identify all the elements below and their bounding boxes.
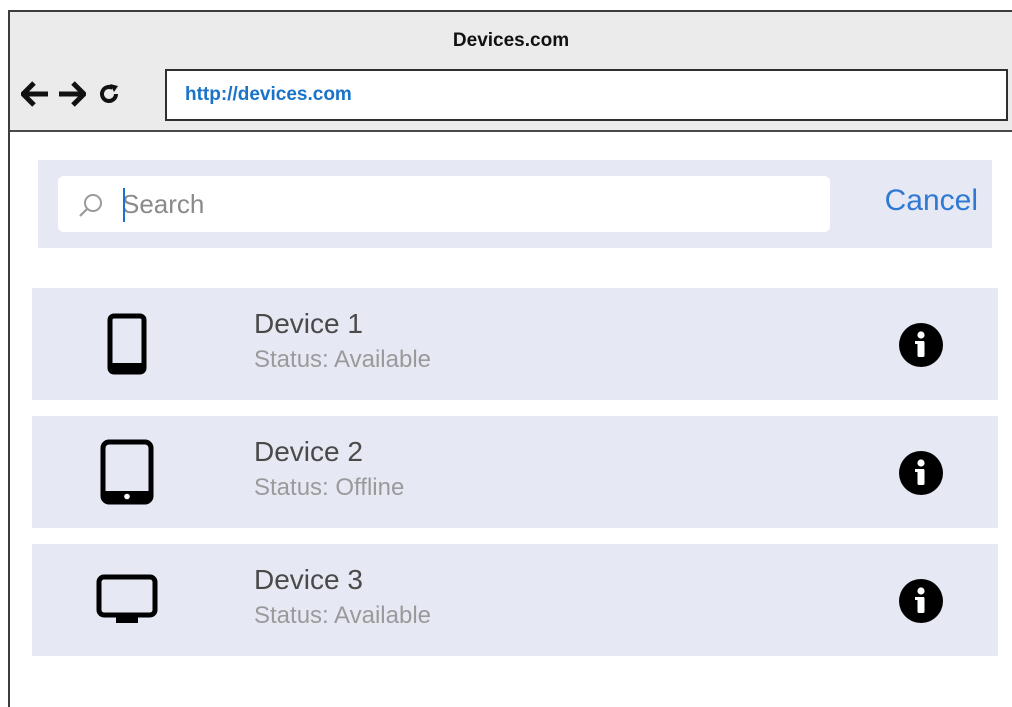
device-row-2[interactable]: Device 2 Status: Offline <box>32 416 998 528</box>
arrow-right-icon <box>59 81 86 107</box>
url-text: http://devices.com <box>185 84 352 105</box>
device-icon-container <box>92 308 162 380</box>
address-bar[interactable]: http://devices.com <box>165 69 1008 121</box>
device-status: Status: Available <box>254 346 432 373</box>
reload-icon <box>100 84 118 103</box>
back-button[interactable] <box>20 79 50 109</box>
forward-button[interactable] <box>57 79 87 109</box>
search-input[interactable] <box>122 186 812 222</box>
arrow-left-icon <box>21 81 48 107</box>
device-status: Status: Offline <box>254 474 405 501</box>
text-caret <box>123 188 125 222</box>
navigation-controls <box>20 76 124 112</box>
device-name: Device 1 <box>254 308 363 339</box>
info-icon[interactable] <box>898 578 944 624</box>
device-name: Device 3 <box>254 564 363 595</box>
cancel-button[interactable]: Cancel <box>885 184 978 218</box>
browser-chrome: Devices.com http://devices.com <box>10 12 1012 132</box>
reload-button[interactable] <box>94 79 124 109</box>
device-row-1[interactable]: Device 1 Status: Available <box>32 288 998 400</box>
search-icon <box>79 194 102 217</box>
info-icon[interactable] <box>898 450 944 496</box>
device-row-3[interactable]: Device 3 Status: Available <box>32 544 998 656</box>
window-title: Devices.com <box>452 30 570 51</box>
search-field[interactable] <box>58 176 830 232</box>
device-status: Status: Available <box>254 602 432 629</box>
page-content: Cancel Device 1 Status: Available <box>10 132 1012 707</box>
phone-icon <box>107 313 147 375</box>
info-icon[interactable] <box>898 322 944 368</box>
device-icon-container <box>92 436 162 508</box>
monitor-icon <box>96 574 158 623</box>
search-bar: Cancel <box>38 160 992 248</box>
device-name: Device 2 <box>254 436 363 467</box>
browser-window: Devices.com http://devices.com Search Ca… <box>8 10 1012 707</box>
tablet-icon <box>100 439 154 505</box>
device-icon-container <box>92 564 162 636</box>
